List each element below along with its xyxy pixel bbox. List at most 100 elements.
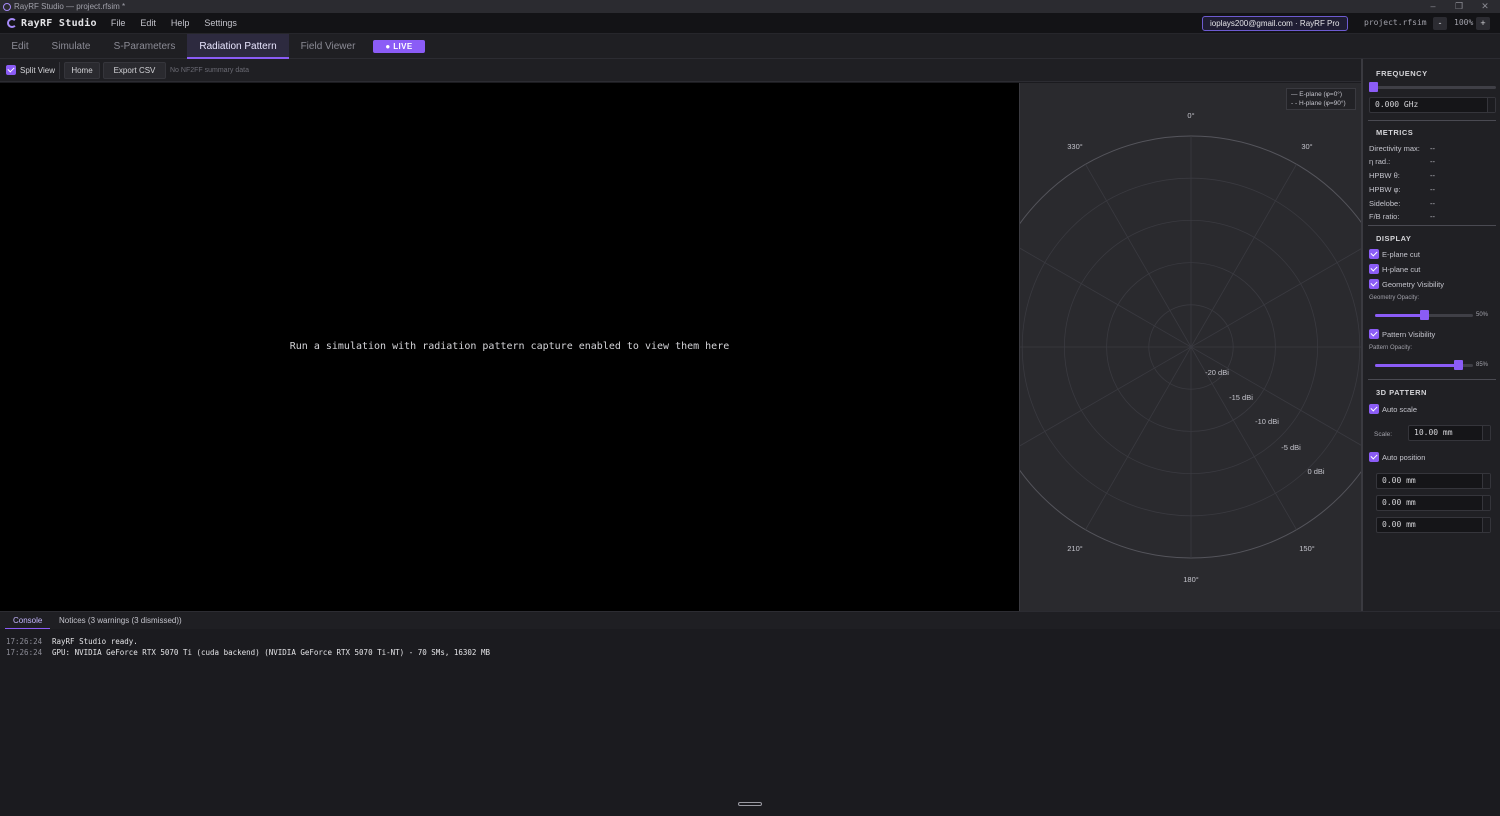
- split-view-toggle[interactable]: Split View: [6, 65, 55, 75]
- brand-name: RayRF Studio: [21, 17, 97, 29]
- separator: [1368, 379, 1496, 380]
- auto-scale-toggle[interactable]: Auto scale: [1369, 404, 1417, 414]
- pattern-opacity-value: 85%: [1476, 362, 1489, 368]
- nf2ff-status: No NF2FF summary data: [170, 67, 249, 74]
- e-plane-toggle[interactable]: E-plane cut: [1369, 249, 1420, 259]
- angle-label-210: 210°: [1067, 544, 1083, 553]
- geometry-opacity-value: 50%: [1476, 312, 1489, 318]
- angle-label-330: 330°: [1067, 142, 1083, 151]
- metric-hpbw-theta-label: HPBW θ:: [1369, 171, 1400, 180]
- tab-console[interactable]: Console: [5, 612, 51, 630]
- menu-settings[interactable]: Settings: [204, 18, 237, 28]
- separator: [1368, 120, 1496, 121]
- tab-radiation-pattern[interactable]: Radiation Pattern: [187, 34, 289, 59]
- legend-e-plane: — E-plane (φ=0°): [1291, 91, 1343, 98]
- metrics-title: METRICS: [1376, 128, 1414, 137]
- angle-label-0: 0°: [1187, 111, 1194, 120]
- live-badge[interactable]: ● LIVE: [373, 40, 425, 53]
- angle-label-180: 180°: [1183, 575, 1199, 584]
- auto-position-checkbox[interactable]: [1369, 452, 1379, 462]
- zoom-in-button[interactable]: +: [1476, 17, 1490, 30]
- e-plane-label: E-plane cut: [1382, 249, 1420, 259]
- menu-edit[interactable]: Edit: [140, 18, 156, 28]
- h-plane-toggle[interactable]: H-plane cut: [1369, 264, 1420, 274]
- polar-spoke: [1190, 247, 1362, 348]
- position-z-spinner[interactable]: [1482, 518, 1490, 532]
- position-y-spinner[interactable]: [1482, 496, 1490, 510]
- home-button[interactable]: Home: [64, 62, 100, 79]
- resize-handle[interactable]: [738, 802, 762, 806]
- position-y-value: 0.00 mm: [1382, 498, 1416, 507]
- position-x-input[interactable]: 0.00 mm: [1376, 473, 1491, 489]
- account-badge[interactable]: ioplays200@gmail.com · RayRF Pro: [1202, 16, 1348, 31]
- pattern-opacity-fill: [1375, 364, 1459, 367]
- ring-label-minus10: -10 dBi: [1255, 417, 1279, 426]
- polar-spoke: [1085, 346, 1192, 530]
- pattern3d-title: 3D PATTERN: [1376, 388, 1427, 397]
- polar-grid: [1020, 135, 1362, 559]
- log-time: 17:26:24: [6, 637, 43, 646]
- tab-edit[interactable]: Edit: [0, 34, 40, 59]
- angle-label-150: 150°: [1299, 544, 1315, 553]
- menu-help[interactable]: Help: [171, 18, 190, 28]
- frequency-slider-thumb[interactable]: [1369, 82, 1378, 92]
- menu-file[interactable]: File: [111, 18, 126, 28]
- frequency-spinner[interactable]: [1487, 98, 1495, 112]
- metric-sidelobe-value: --: [1430, 199, 1435, 208]
- pattern-visibility-checkbox[interactable]: [1369, 329, 1379, 339]
- tab-simulate[interactable]: Simulate: [40, 34, 102, 59]
- e-plane-checkbox[interactable]: [1369, 249, 1379, 259]
- log-message: RayRF Studio ready.: [52, 637, 138, 646]
- frequency-slider[interactable]: [1369, 86, 1496, 89]
- log-entry: 17:26:24 RayRF Studio ready.: [6, 637, 138, 646]
- close-icon[interactable]: ✕: [1472, 0, 1498, 13]
- minimize-icon[interactable]: –: [1420, 0, 1446, 13]
- scale-input[interactable]: 10.00 mm: [1408, 425, 1491, 441]
- brand: RayRF Studio: [7, 18, 97, 29]
- position-y-input[interactable]: 0.00 mm: [1376, 495, 1491, 511]
- tab-field-viewer[interactable]: Field Viewer: [289, 34, 367, 59]
- auto-scale-checkbox[interactable]: [1369, 404, 1379, 414]
- position-z-input[interactable]: 0.00 mm: [1376, 517, 1491, 533]
- pattern-opacity-thumb[interactable]: [1454, 360, 1464, 370]
- export-csv-button[interactable]: Export CSV: [103, 62, 166, 79]
- display-title: DISPLAY: [1376, 234, 1412, 243]
- polar-plot-panel[interactable]: 0° 30° 330° 150° 210° 180° -20 dBi -15 d…: [1019, 83, 1362, 611]
- console-output: 17:26:24 RayRF Studio ready. 17:26:24 GPU:…: [0, 629, 1500, 816]
- pattern-visibility-toggle[interactable]: Pattern Visibility: [1369, 329, 1435, 339]
- geometry-visibility-label: Geometry Visibility: [1382, 279, 1444, 289]
- project-filename: project.rfsim: [1364, 18, 1427, 27]
- polar-spoke: [1190, 164, 1297, 348]
- polar-spoke: [1190, 346, 1362, 447]
- metric-directivity-label: Directivity max:: [1369, 144, 1420, 153]
- separator: [1368, 225, 1496, 226]
- zoom-out-button[interactable]: -: [1433, 17, 1447, 30]
- h-plane-checkbox[interactable]: [1369, 264, 1379, 274]
- log-time: 17:26:24: [6, 648, 43, 657]
- tab-s-parameters[interactable]: S-Parameters: [102, 34, 187, 59]
- pattern-visibility-label: Pattern Visibility: [1382, 329, 1436, 339]
- scale-spinner[interactable]: [1482, 426, 1490, 440]
- polar-spoke: [1085, 164, 1192, 348]
- logo-icon: [7, 18, 17, 28]
- tab-notices[interactable]: Notices (3 warnings (3 dismissed)): [59, 612, 182, 630]
- geometry-opacity-label: Geometry Opacity:: [1369, 295, 1420, 301]
- pattern-3d-viewport[interactable]: Run a simulation with radiation pattern …: [0, 83, 1019, 611]
- zoom-level: 100%: [1454, 18, 1474, 27]
- split-view-label: Split View: [20, 65, 55, 75]
- geometry-visibility-checkbox[interactable]: [1369, 279, 1379, 289]
- split-view-checkbox[interactable]: [6, 65, 16, 75]
- geometry-opacity-thumb[interactable]: [1420, 310, 1429, 320]
- geometry-visibility-toggle[interactable]: Geometry Visibility: [1369, 279, 1444, 289]
- polar-spoke: [1020, 346, 1192, 447]
- auto-position-label: Auto position: [1382, 452, 1426, 462]
- polar-legend: — E-plane (φ=0°) - - H-plane (φ=90°): [1286, 88, 1356, 110]
- position-x-spinner[interactable]: [1482, 474, 1490, 488]
- polar-plot: 0° 30° 330° 150° 210° 180° -20 dBi -15 d…: [1020, 111, 1362, 584]
- maximize-icon[interactable]: ❐: [1446, 0, 1472, 13]
- frequency-input[interactable]: 0.000 GHz: [1369, 97, 1496, 113]
- auto-position-toggle[interactable]: Auto position: [1369, 452, 1425, 462]
- metric-fb-ratio-value: --: [1430, 212, 1435, 221]
- position-z-value: 0.00 mm: [1382, 520, 1416, 529]
- h-plane-label: H-plane cut: [1382, 264, 1421, 274]
